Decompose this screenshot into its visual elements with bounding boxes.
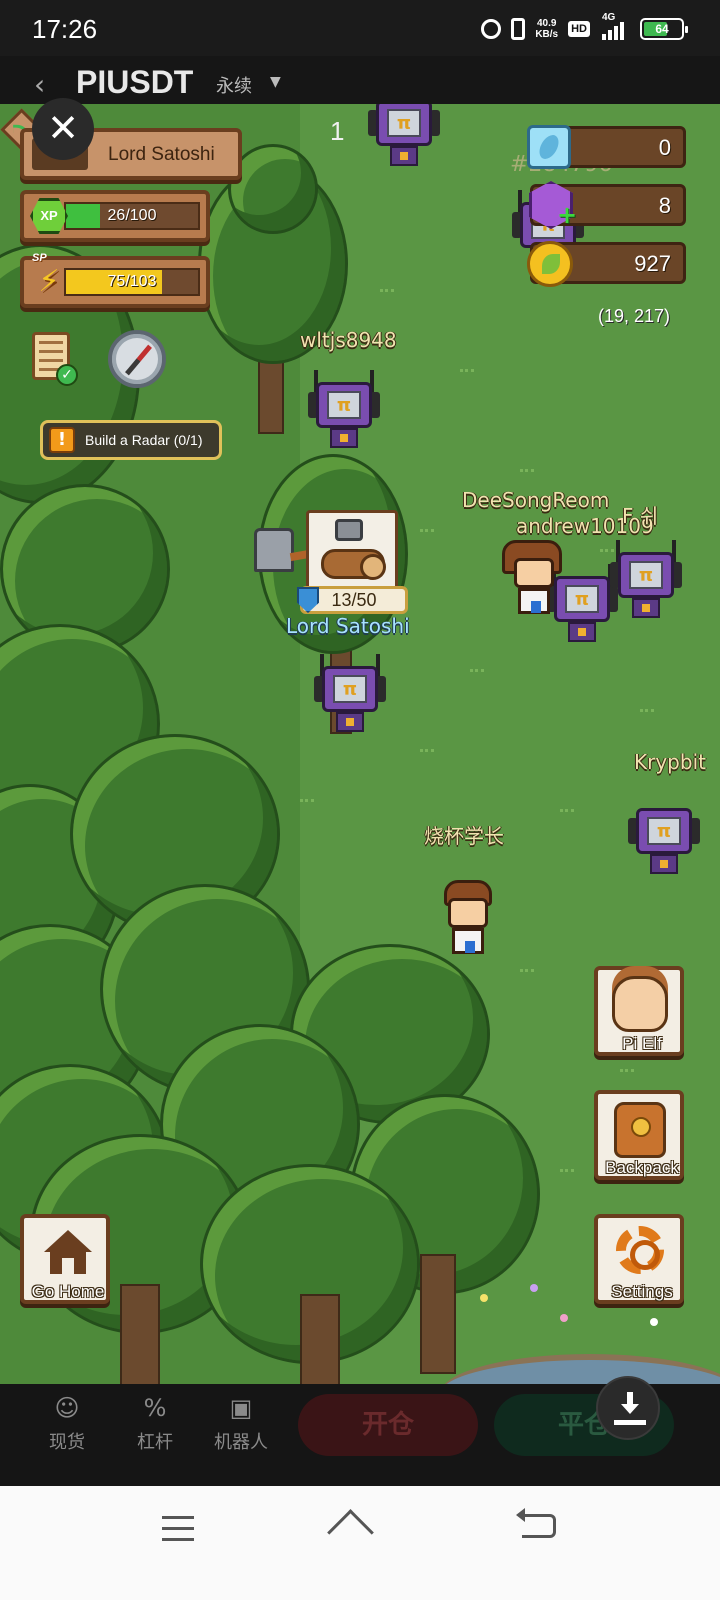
pi-elf-button[interactable]: Pi Elf (594, 966, 684, 1056)
player-name: Krypbit (634, 750, 706, 774)
robot-character[interactable]: π (610, 540, 682, 624)
status-icons: 40.9 KB/s HD 4G 64 (481, 12, 688, 43)
work-progress: 13/50 (297, 586, 408, 614)
crystal-icon (527, 125, 571, 169)
smiley-icon: ☺ (54, 1394, 80, 1422)
compass-icon[interactable] (108, 330, 166, 388)
woodcutting-card[interactable] (306, 510, 398, 590)
back-nav-icon[interactable] (516, 1508, 556, 1538)
screen: 17:26 40.9 KB/s HD 4G 64 ‹ PIUSDT 永续 ▼ π… (0, 0, 720, 1600)
player-name: F 쉬 (622, 504, 659, 528)
open-position-button[interactable]: 开仓 (298, 1394, 478, 1456)
crystal-counter[interactable]: 0 (527, 125, 686, 169)
coordinates: (19, 217) (598, 306, 671, 326)
alert-icon: ! (49, 427, 75, 453)
chevron-down-icon[interactable]: ▼ (270, 74, 281, 90)
hd-icon: HD (568, 21, 590, 37)
self-player-name: Lord Satoshi (286, 614, 410, 638)
task-banner[interactable]: ! Build a Radar (0/1) (40, 420, 222, 460)
elf-avatar-icon (612, 976, 668, 1032)
trading-app-header: ‹ PIUSDT 永续 ▼ (0, 56, 720, 106)
self-robot-character[interactable]: π (314, 654, 386, 738)
robot-character[interactable]: π (628, 796, 700, 880)
tab-spot[interactable]: ☺ 现货 (32, 1394, 102, 1454)
network-speed-value: 40.9 (536, 18, 557, 29)
battery-level: 64 (655, 22, 669, 36)
axe-icon[interactable] (254, 528, 294, 572)
check-icon: ✓ (56, 364, 78, 386)
tab-robot-label: 机器人 (214, 1432, 268, 1453)
player-name: DeeSongReom (462, 488, 610, 512)
trading-pair-title[interactable]: PIUSDT (76, 64, 193, 101)
alarm-icon (481, 19, 502, 39)
sp-label: SP (32, 252, 47, 264)
xp-bar: 26/100 (64, 202, 200, 230)
crystal-value: 0 (658, 135, 671, 160)
battery-icon: 64 (640, 18, 688, 40)
task-text: Build a Radar (0/1) (85, 432, 203, 448)
tab-robot[interactable]: ▣ 机器人 (206, 1394, 276, 1454)
signal-icon: 4G (600, 12, 630, 42)
gem-value: 8 (658, 193, 671, 218)
quest-scroll-icon[interactable]: ✓ (28, 330, 78, 386)
tab-spot-label: 现货 (49, 1432, 85, 1453)
menu-icon[interactable] (162, 1516, 194, 1541)
back-arrow-icon[interactable]: ‹ (34, 68, 45, 101)
axe-icon (335, 519, 363, 541)
home-nav-icon[interactable] (330, 1512, 378, 1542)
sp-bar: 75/103 (64, 268, 200, 296)
gear-icon (616, 1226, 664, 1274)
home-icon (44, 1230, 92, 1274)
system-navigation-bar (0, 1486, 720, 1600)
human-character[interactable] (502, 540, 562, 620)
sp-panel: 75/103 ⚡ SP (20, 252, 210, 308)
xp-icon: XP (30, 198, 68, 234)
human-character[interactable] (440, 880, 496, 960)
percent-icon: % (143, 1394, 167, 1422)
coin-icon (527, 241, 573, 287)
robot-character[interactable]: π (308, 370, 380, 454)
lightning-icon: ⚡ SP (32, 252, 60, 299)
pi-elf-label: Pi Elf (622, 1034, 662, 1053)
log-icon (321, 549, 386, 580)
backpack-icon (614, 1102, 666, 1158)
network-speed-unit: KB/s (535, 29, 559, 40)
sp-text: 75/103 (107, 273, 157, 290)
backpack-button[interactable]: Backpack (594, 1090, 684, 1180)
download-button[interactable] (596, 1376, 660, 1440)
gem-counter[interactable]: + 8 (529, 181, 686, 229)
xp-panel: 26/100 XP (20, 190, 210, 242)
player-name: wltjs8948 (300, 328, 397, 352)
network-speed: 40.9 KB/s (535, 18, 558, 40)
player-name-label: Lord Satoshi (108, 144, 215, 165)
tab-margin-label: 杠杆 (137, 1432, 173, 1453)
player-name: 烧杯学长 (424, 824, 504, 848)
robot-character[interactable]: π (368, 104, 440, 172)
backpack-label: Backpack (605, 1158, 679, 1177)
go-home-label: Go Home (31, 1282, 105, 1301)
coin-counter[interactable]: 927 (527, 241, 686, 287)
work-progress-text: 13/50 (331, 590, 377, 610)
settings-label: Settings (611, 1282, 673, 1301)
xp-text: 26/100 (107, 207, 157, 224)
status-time: 17:26 (32, 14, 98, 44)
tab-margin[interactable]: % 杠杆 (120, 1394, 190, 1454)
coin-value: 927 (634, 251, 671, 276)
go-home-button[interactable]: Go Home (20, 1214, 110, 1304)
contract-type[interactable]: 永续 (216, 72, 252, 98)
settings-button[interactable]: Settings (594, 1214, 684, 1304)
close-button[interactable]: ✕ (32, 98, 94, 160)
status-bar: 17:26 40.9 KB/s HD 4G 64 (0, 0, 720, 56)
vibrate-icon (511, 18, 526, 40)
robot-icon: ▣ (229, 1394, 253, 1422)
download-icon (618, 1392, 642, 1422)
plus-icon[interactable]: + (557, 201, 577, 229)
page-indicator: 1 (330, 116, 345, 146)
